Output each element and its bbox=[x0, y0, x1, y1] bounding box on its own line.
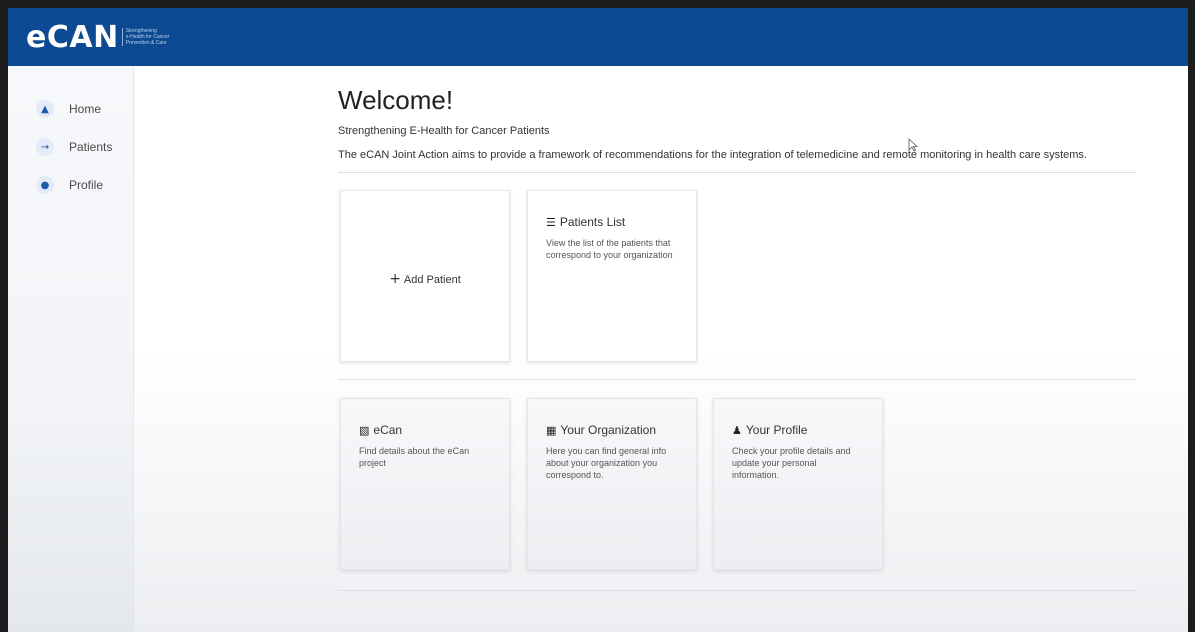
sidebar-item-profile[interactable]: ● Profile bbox=[8, 166, 133, 204]
card-description: Find details about the eCan project bbox=[359, 446, 470, 468]
sidebar-item-label: Profile bbox=[69, 178, 104, 192]
card-title: Patients List bbox=[559, 215, 626, 229]
ecan-card[interactable]: ▧ eCan Find details about the eCan proje… bbox=[340, 398, 510, 570]
page-title: Welcome! bbox=[338, 85, 454, 115]
divider bbox=[338, 379, 1136, 380]
page-description: The eCAN Joint Action aims to provide a … bbox=[338, 149, 1087, 161]
logo-tagline: Strengthening e-Health for Cancer Preven… bbox=[121, 28, 169, 46]
card-description: Here you can find general info about you… bbox=[546, 446, 667, 480]
page-subtitle: Strengthening E-Health for Cancer Patien… bbox=[338, 125, 550, 137]
add-patient-card[interactable]: + Add Patient bbox=[340, 190, 510, 362]
ecan-logo[interactable]: eCAN Strengthening e-Health for Cancer P… bbox=[26, 20, 169, 55]
home-icon: ▲ bbox=[36, 100, 54, 118]
organization-card[interactable]: ▦ Your Organization Here you can find ge… bbox=[527, 398, 697, 570]
card-header: ☰ Patients List bbox=[546, 215, 678, 229]
top-bar: eCAN Strengthening e-Health for Cancer P… bbox=[8, 8, 1188, 66]
card-header: ▧ eCan bbox=[359, 423, 491, 437]
logo-tagline-line: Prevention & Care bbox=[125, 40, 167, 46]
app-window: eCAN Strengthening e-Health for Cancer P… bbox=[8, 8, 1188, 632]
divider bbox=[338, 172, 1136, 173]
sidebar-item-patients[interactable]: → Patients bbox=[8, 128, 133, 166]
organization-icon: ▦ bbox=[546, 423, 557, 437]
card-description: View the list of the patients that corre… bbox=[546, 238, 673, 260]
card-description: Check your profile details and update yo… bbox=[732, 446, 851, 480]
user-icon: ♟ bbox=[732, 423, 742, 437]
card-header: ♟ Your Profile bbox=[732, 423, 864, 437]
main-content: Welcome! Strengthening E-Health for Canc… bbox=[338, 84, 1148, 161]
card-title: eCan bbox=[373, 423, 403, 437]
profile-card[interactable]: ♟ Your Profile Check your profile detail… bbox=[713, 398, 883, 570]
divider bbox=[338, 590, 1136, 591]
list-icon: ☰ bbox=[546, 215, 556, 229]
person-icon: ● bbox=[36, 176, 54, 194]
logo-wordmark: eCAN bbox=[26, 19, 119, 55]
mouse-cursor-icon bbox=[908, 138, 918, 152]
card-title: Your Organization bbox=[560, 423, 657, 437]
card-title: Your Profile bbox=[745, 423, 808, 437]
sidebar-item-label: Patients bbox=[69, 140, 113, 154]
bar-chart-icon: ▧ bbox=[359, 423, 370, 437]
patients-list-card[interactable]: ☰ Patients List View the list of the pat… bbox=[527, 190, 697, 362]
sidebar: ▲ Home → Patients ● Profile bbox=[8, 66, 134, 632]
arrow-right-icon: → bbox=[36, 138, 54, 156]
plus-icon: + bbox=[389, 271, 401, 287]
add-patient-label: Add Patient bbox=[403, 274, 461, 286]
sidebar-item-home[interactable]: ▲ Home bbox=[8, 90, 133, 128]
sidebar-item-label: Home bbox=[69, 102, 102, 116]
add-patient-button[interactable]: + Add Patient bbox=[341, 271, 509, 287]
card-header: ▦ Your Organization bbox=[546, 423, 678, 437]
